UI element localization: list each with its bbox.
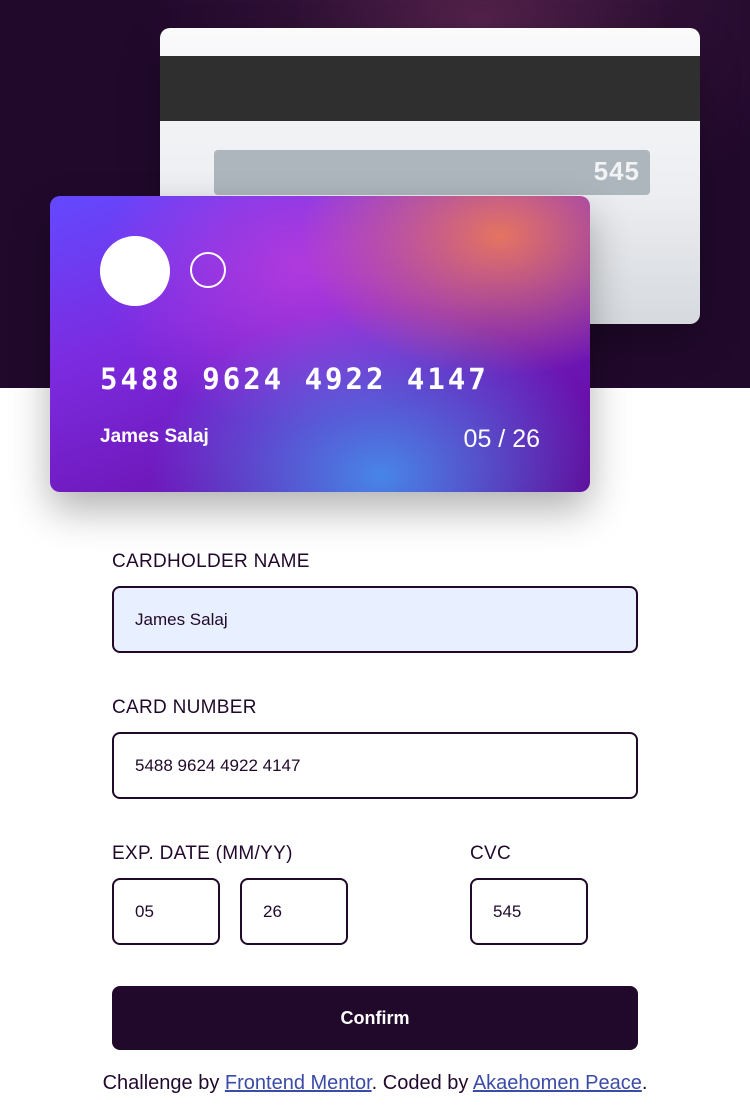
card-back-cvc: 545 <box>593 156 640 186</box>
attribution-middle: . Coded by <box>371 1072 473 1094</box>
author-link[interactable]: Akaehomen Peace <box>473 1072 642 1094</box>
card-front-expiry: 05 / 26 <box>463 425 540 453</box>
exp-date-label: EXP. DATE (MM/YY) <box>112 843 293 864</box>
cvc-input[interactable]: 545 <box>470 878 588 945</box>
cardholder-name-input[interactable]: James Salaj <box>112 586 638 653</box>
card-logo-circle-filled-icon <box>100 236 170 306</box>
attribution-prefix: Challenge by <box>102 1072 225 1094</box>
cvc-label: CVC <box>470 843 512 864</box>
exp-month-input[interactable]: 05 <box>112 878 220 945</box>
card-number-label: CARD NUMBER <box>112 697 257 718</box>
attribution-suffix: . <box>641 1072 648 1094</box>
card-logo-circle-outline-icon <box>190 252 226 288</box>
magnetic-stripe <box>160 56 700 121</box>
cardholder-name-label: CARDHOLDER NAME <box>112 551 310 572</box>
frontend-mentor-link[interactable]: Frontend Mentor <box>225 1072 372 1094</box>
exp-year-input[interactable]: 26 <box>240 878 348 945</box>
confirm-button[interactable]: Confirm <box>112 986 638 1050</box>
attribution: Challenge by Frontend Mentor. Coded by A… <box>0 1072 750 1095</box>
card-front-number: 5488 9624 4922 4147 <box>100 362 489 396</box>
signature-strip <box>214 150 650 195</box>
card-number-input[interactable]: 5488 9624 4922 4147 <box>112 732 638 799</box>
card-front: 5488 9624 4922 4147 James Salaj 05 / 26 <box>50 196 590 492</box>
card-front-holder-name: James Salaj <box>100 426 209 447</box>
